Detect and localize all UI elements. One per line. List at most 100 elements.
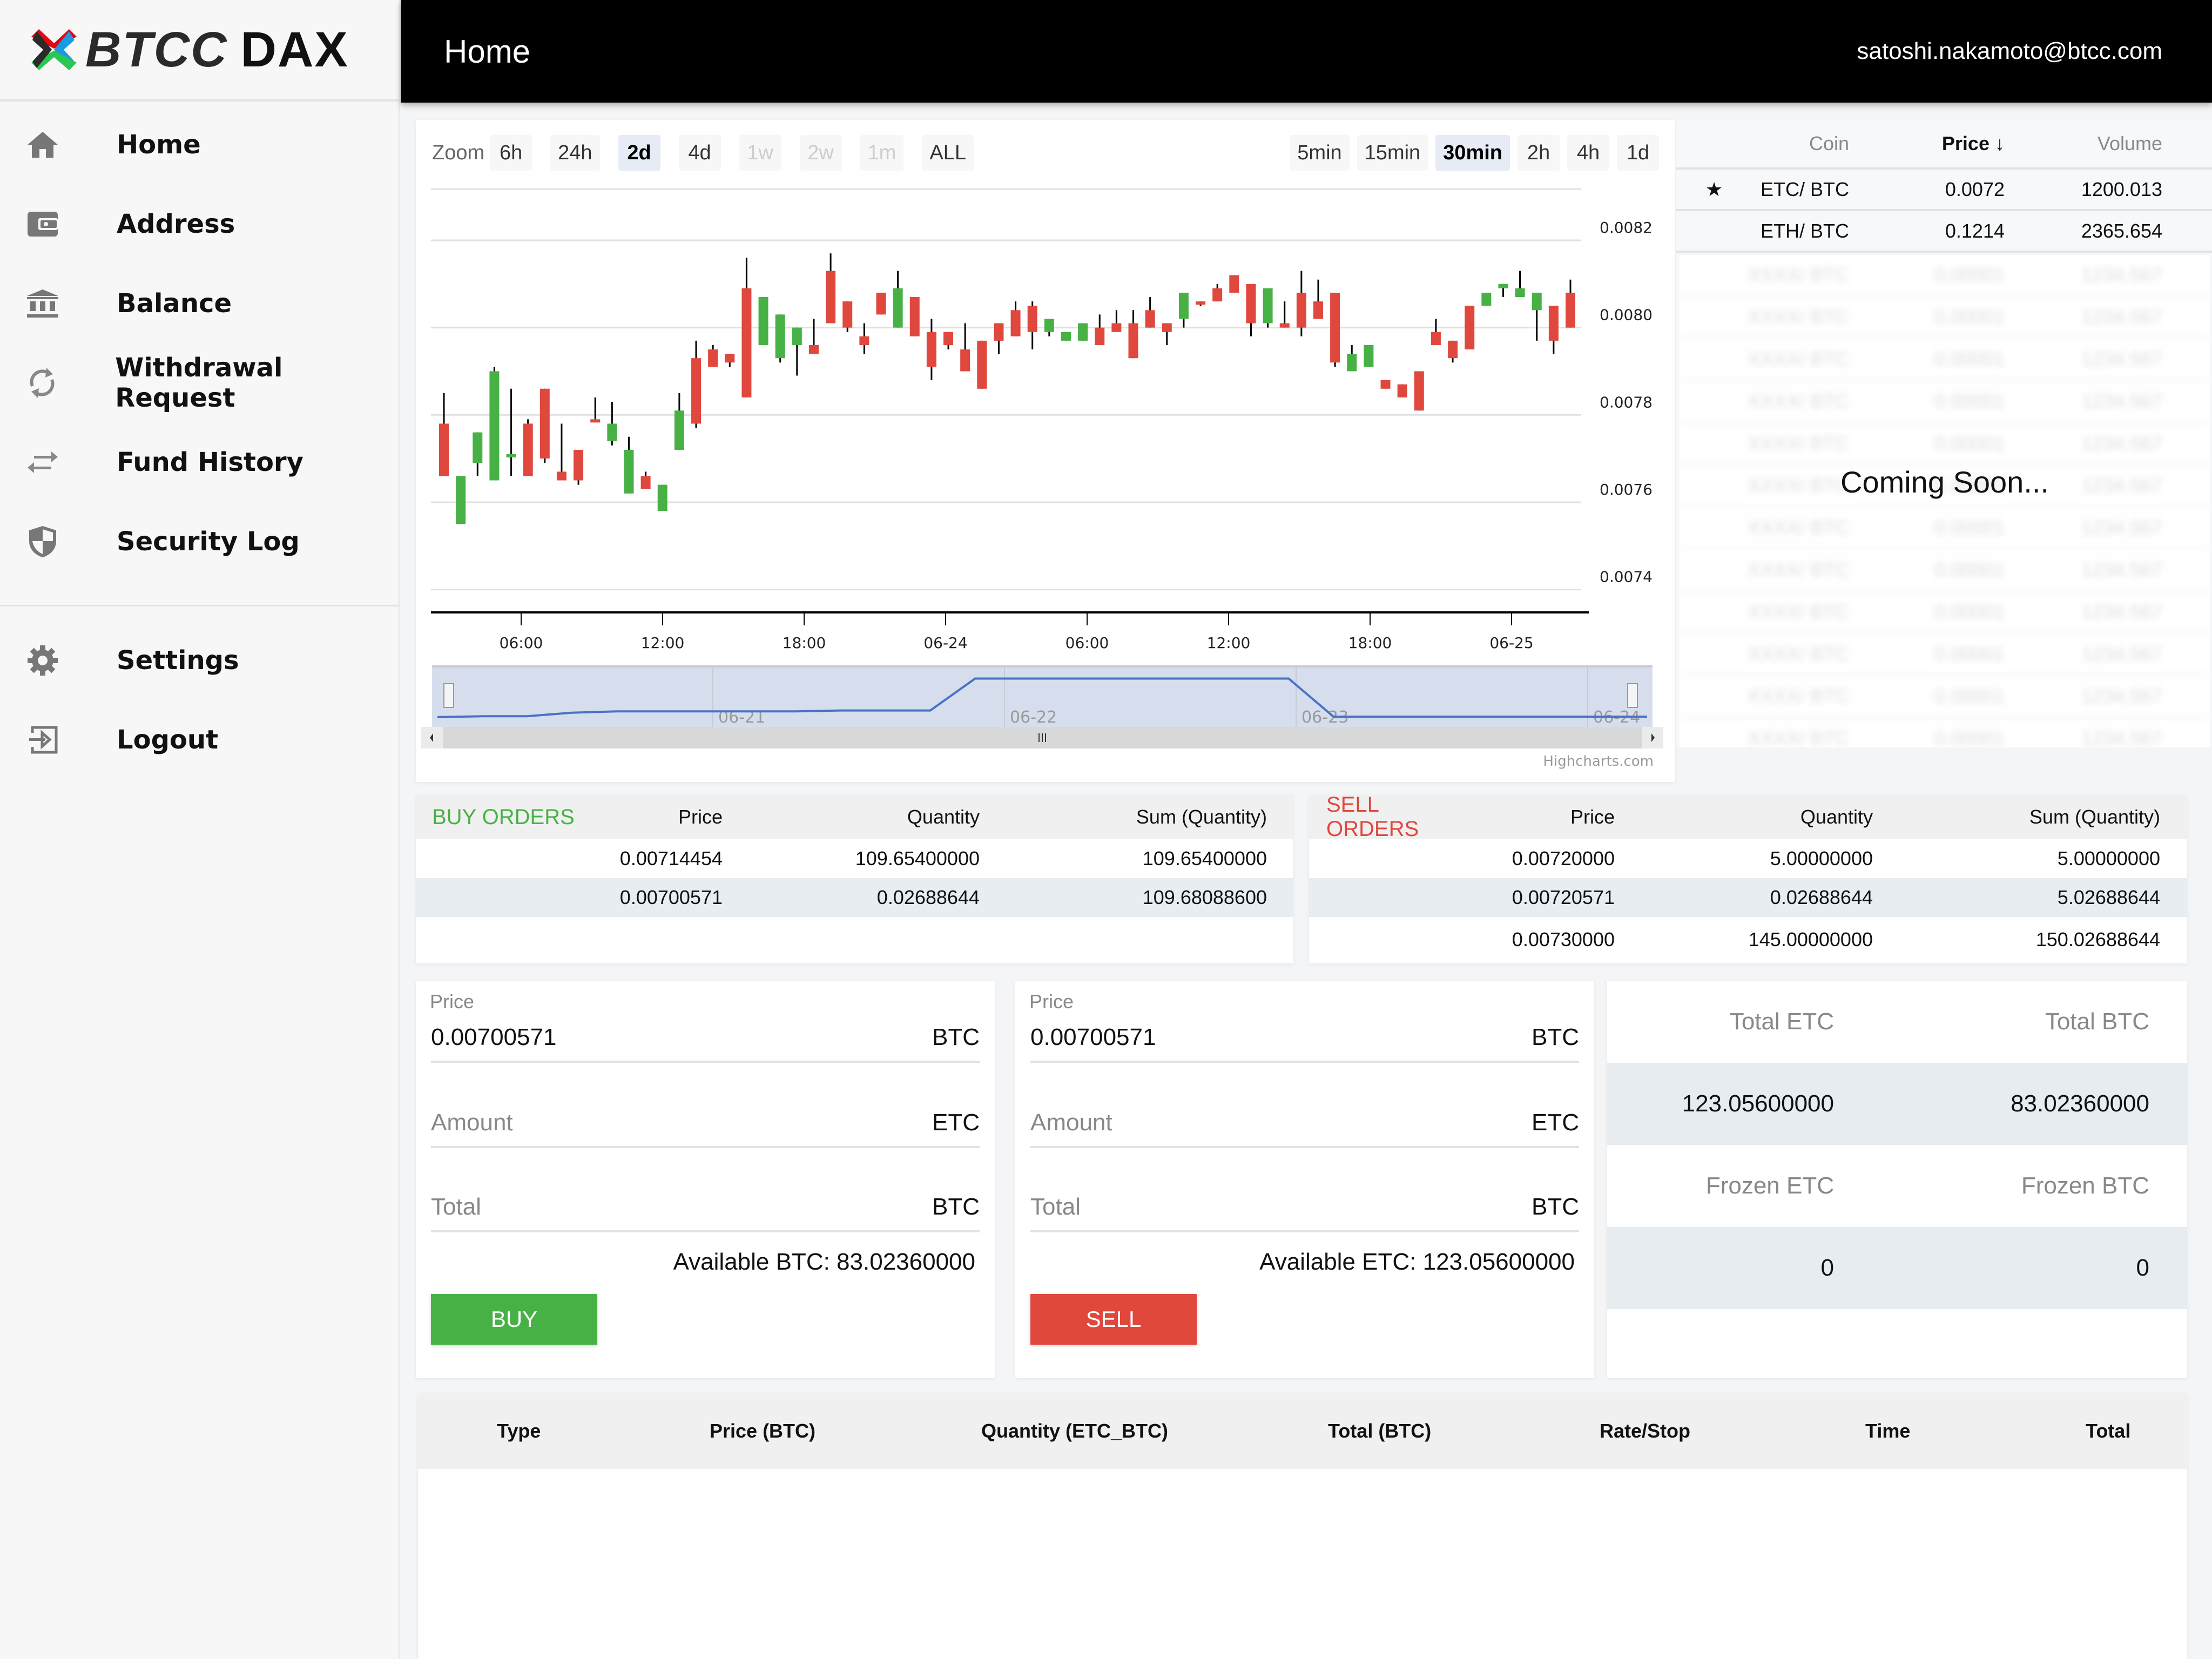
order-row[interactable]: 0.00720000 5.00000000 5.00000000 (1309, 839, 2187, 878)
sync-icon (26, 366, 58, 400)
order-row[interactable]: 0.00720571 0.02688644 5.02688644 (1309, 878, 2187, 917)
order-sum: 150.02688644 (2035, 928, 2160, 950)
sell-price-input[interactable]: 0.00700571 BTC (1030, 1003, 1579, 1063)
range-button-1m: 1m (860, 135, 904, 171)
navigator-left-handle[interactable] (443, 683, 454, 708)
range-button-1w: 1w (739, 135, 781, 171)
y-tick-label: 0.0078 (1600, 393, 1653, 411)
range-button-all[interactable]: ALL (922, 135, 974, 171)
order-row[interactable]: 0.00700571 0.02688644 109.68088600 (416, 878, 1293, 917)
range-button-4d[interactable]: 4d (678, 135, 721, 171)
order-quantity: 5.00000000 (1770, 847, 1873, 869)
candle-body (691, 358, 702, 424)
candle-body (1397, 384, 1407, 397)
order-quantity: 145.00000000 (1748, 928, 1873, 950)
interval-selector: 5min 15min 30min 2h 4h 1d (1282, 135, 1659, 171)
total-etc-label: Total ETC (1729, 1008, 1834, 1035)
total-btc-label: Total BTC (2045, 1008, 2149, 1035)
candle-body (1481, 292, 1492, 306)
candlestick-chart[interactable]: 0.0082 0.0080 0.0078 0.0076 0.0074 06:00 12:00… (416, 120, 1675, 782)
column-price-btc: Price (BTC) (710, 1420, 816, 1442)
candle-body (808, 345, 819, 354)
range-button-24h[interactable]: 24h (550, 135, 600, 171)
favorite-star-icon[interactable]: ★ (1676, 178, 1752, 201)
order-price: 0.00720571 (1512, 886, 1615, 908)
buy-total-input[interactable]: Total BTC (431, 1173, 980, 1232)
sell-orders-header: SELL ORDERS Price Quantity Sum (Quantity… (1309, 793, 2187, 841)
market-volume: 2365.654 (2081, 219, 2162, 242)
buy-button[interactable]: BUY (431, 1294, 597, 1345)
candle-body (994, 323, 1004, 341)
column-total-btc: Total (BTC) (1328, 1420, 1432, 1442)
column-sum-quantity: Sum (Quantity) (2029, 806, 2160, 828)
candle-body (1566, 292, 1575, 328)
brand-logo[interactable]: BTCC DAX (0, 0, 399, 102)
market-price: 0.0072 (1945, 178, 2005, 200)
top-bar: Home satoshi.nakamoto@btcc.com (401, 0, 2212, 103)
user-email[interactable]: satoshi.nakamoto@btcc.com (1857, 38, 2162, 65)
interval-button-1d[interactable]: 1d (1617, 135, 1659, 171)
order-price: 0.00720000 (1512, 847, 1615, 869)
sidebar-item-withdrawal-request[interactable]: Withdrawal Request (0, 343, 399, 422)
candle-body (640, 476, 651, 489)
sidebar-item-fund-history[interactable]: Fund History (0, 422, 399, 502)
sidebar-item-label: Settings (117, 645, 239, 676)
sell-button[interactable]: SELL (1030, 1294, 1197, 1345)
column-coin[interactable]: Coin (1752, 132, 1849, 155)
logout-icon (26, 723, 59, 757)
sidebar-item-security-log[interactable]: Security Log (0, 502, 399, 581)
candle-body (1548, 306, 1559, 341)
sidebar-item-label: Logout (117, 724, 219, 755)
interval-button-4h[interactable]: 4h (1567, 135, 1609, 171)
order-price: 0.00700571 (619, 886, 723, 908)
candle-body (574, 449, 584, 481)
sell-orders-title: SELL ORDERS (1326, 793, 1419, 841)
interval-button-15min[interactable]: 15min (1357, 135, 1428, 171)
column-price[interactable]: Price ↓ (1849, 132, 2005, 155)
candle-body (473, 432, 483, 463)
order-price: 0.00730000 (1512, 928, 1615, 950)
order-row[interactable]: 0.00714454 109.65400000 109.65400000 (416, 839, 1293, 878)
candle-body (1078, 323, 1088, 341)
sell-total-input[interactable]: Total BTC (1030, 1173, 1579, 1232)
sidebar-item-settings[interactable]: Settings (0, 621, 399, 700)
order-row[interactable]: 0.00730000 145.00000000 150.02688644 (1309, 917, 2187, 962)
navigator-right-handle[interactable] (1627, 683, 1638, 708)
interval-button-30min[interactable]: 30min (1435, 135, 1510, 171)
column-price: Price (678, 806, 723, 828)
placeholder-market-row: XXXX/ BTC 0.00001 1234.567 (1680, 592, 2210, 634)
market-pair: ETH/ BTC (1760, 219, 1849, 242)
buy-amount-input[interactable]: Amount ETC (431, 1089, 980, 1148)
range-button-2d[interactable]: 2d (618, 135, 660, 171)
market-row[interactable]: ETH/ BTC 0.1214 2365.654 (1676, 211, 2212, 253)
sidebar-item-address[interactable]: Address (0, 184, 399, 264)
sell-amount-input[interactable]: Amount ETC (1030, 1089, 1579, 1148)
frozen-btc-value: 0 (2136, 1255, 2149, 1281)
sidebar-item-logout[interactable]: Logout (0, 700, 399, 779)
candle-body (1145, 310, 1155, 328)
sidebar-item-balance[interactable]: Balance (0, 264, 399, 343)
interval-button-5min[interactable]: 5min (1290, 135, 1350, 171)
sidebar-item-home[interactable]: Home (0, 105, 399, 184)
candle-body (1095, 327, 1105, 345)
candle-body (1498, 284, 1508, 288)
candle-body (758, 297, 768, 345)
buy-price-input[interactable]: 0.00700571 BTC (431, 1003, 980, 1063)
placeholder-market-row: XXXX/ BTC 0.00001 1234.567 (1680, 255, 2210, 297)
market-row[interactable]: ★ ETC/ BTC 0.0072 1200.013 (1676, 170, 2212, 211)
placeholder-market-row: XXXX/ BTC 0.00001 1234.567 (1680, 634, 2210, 676)
interval-button-2h[interactable]: 2h (1518, 135, 1560, 171)
candle-body (1364, 345, 1374, 367)
x-tick-label: 06-24 (923, 634, 967, 652)
highcharts-credits: Highcharts.com (1543, 753, 1654, 770)
range-button-6h[interactable]: 6h (490, 135, 532, 171)
placeholder-market-row: XXXX/ BTC 0.00001 1234.567 (1680, 339, 2210, 381)
column-volume[interactable]: Volume (2005, 132, 2162, 155)
column-total: Total (2086, 1420, 2131, 1442)
home-icon (26, 128, 59, 161)
candle-body (489, 371, 500, 481)
x-tick-label: 12:00 (1207, 634, 1251, 652)
candle-body (893, 288, 903, 328)
total-etc-value: 123.05600000 (1682, 1090, 1834, 1117)
candle-body (1128, 323, 1138, 359)
